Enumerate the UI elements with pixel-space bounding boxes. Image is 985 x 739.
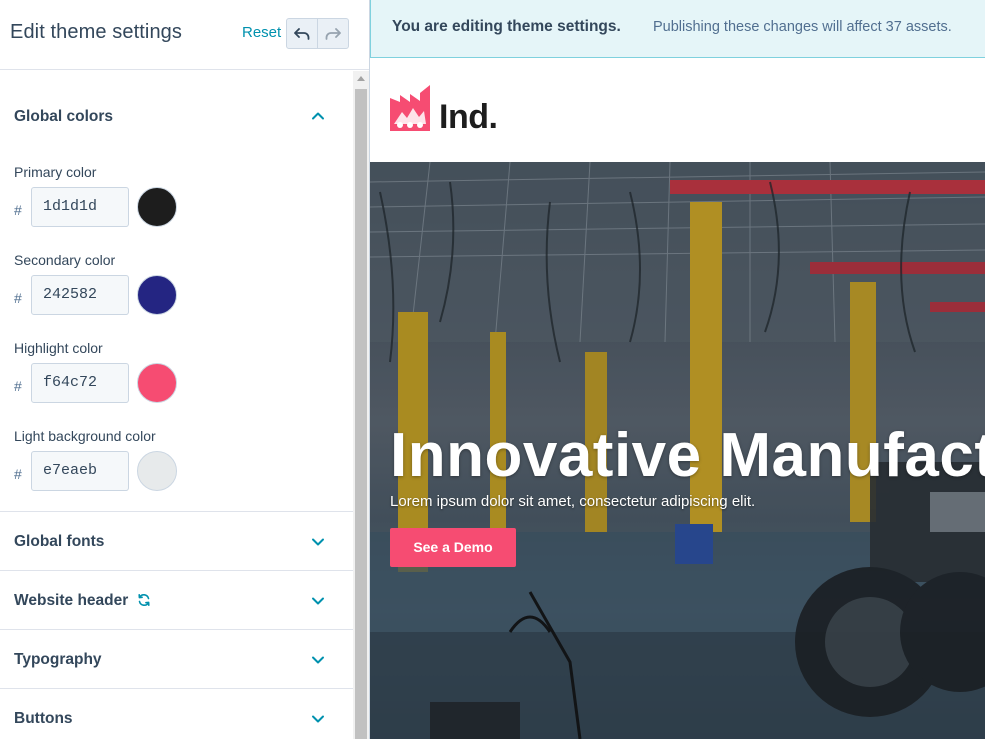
site-logo-text: Ind. [439,98,498,136]
see-demo-button[interactable]: See a Demo [390,528,516,567]
color-field-primary: Primary color # 1d1d1d [0,159,353,247]
color-field-secondary: Secondary color # 242582 [0,247,353,335]
panel-title: Edit theme settings [10,21,182,43]
hash-symbol: # [14,202,22,218]
section-label-wrap: Website header [14,592,151,610]
hash-symbol: # [14,290,22,306]
sync-icon [138,593,150,607]
chevron-down-icon [312,715,324,723]
color-field-light-background: Light background color # e7eaeb [0,423,353,511]
color-label: Secondary color [14,252,116,268]
undo-button[interactable] [287,19,318,48]
section-website-header[interactable]: Website header [0,571,353,630]
reset-button[interactable]: Reset [242,24,281,41]
undo-icon [293,27,310,40]
chevron-down-icon [312,656,324,664]
color-swatch[interactable] [137,451,177,491]
section-typography[interactable]: Typography [0,630,353,689]
redo-icon [325,27,341,40]
panel-scrollbar[interactable] [353,71,369,739]
preview-site-header: Ind. [370,58,985,162]
section-label: Typography [14,651,102,668]
color-label: Light background color [14,428,156,444]
preview-hero: Innovative Manufacturing Lorem ipsum dol… [370,162,985,739]
color-label: Highlight color [14,340,103,356]
editing-banner: You are editing theme settings. Publishi… [370,0,985,58]
color-swatch[interactable] [137,187,177,227]
section-label: Website header [14,592,129,609]
hero-title: Innovative Manufacturing [390,421,985,490]
section-label: Global colors [14,108,114,125]
theme-settings-panel: Edit theme settings Reset Global colors [0,0,370,739]
chevron-down-icon [312,538,324,546]
settings-scroll-area: Global colors Primary color # 1d1d1d Sec… [0,71,353,739]
hex-input[interactable]: e7eaeb [31,451,129,491]
section-global-fonts[interactable]: Global fonts [0,512,353,571]
hex-input[interactable]: 1d1d1d [31,187,129,227]
scroll-up-arrow-icon[interactable] [357,76,365,81]
redo-button[interactable] [318,19,348,48]
global-colors-body: Primary color # 1d1d1d Secondary color #… [0,159,353,512]
section-buttons[interactable]: Buttons [0,689,353,739]
hash-symbol: # [14,378,22,394]
color-swatch[interactable] [137,275,177,315]
undo-redo-group [286,18,349,49]
factory-logo-icon [390,85,430,131]
color-swatch[interactable] [137,363,177,403]
hash-symbol: # [14,466,22,482]
banner-heading: You are editing theme settings. [392,18,621,35]
section-label: Global fonts [14,533,105,550]
banner-message: Publishing these changes will affect 37 … [653,19,952,35]
chevron-up-icon [312,112,324,120]
color-field-highlight: Highlight color # f64c72 [0,335,353,423]
section-global-colors[interactable]: Global colors [0,71,353,159]
color-label: Primary color [14,164,97,180]
hero-subtitle: Lorem ipsum dolor sit amet, consectetur … [390,493,756,510]
panel-header: Edit theme settings Reset [0,0,369,70]
scrollbar-thumb[interactable] [355,89,367,739]
hex-input[interactable]: 242582 [31,275,129,315]
hex-input[interactable]: f64c72 [31,363,129,403]
section-label: Buttons [14,710,73,727]
chevron-down-icon [312,597,324,605]
